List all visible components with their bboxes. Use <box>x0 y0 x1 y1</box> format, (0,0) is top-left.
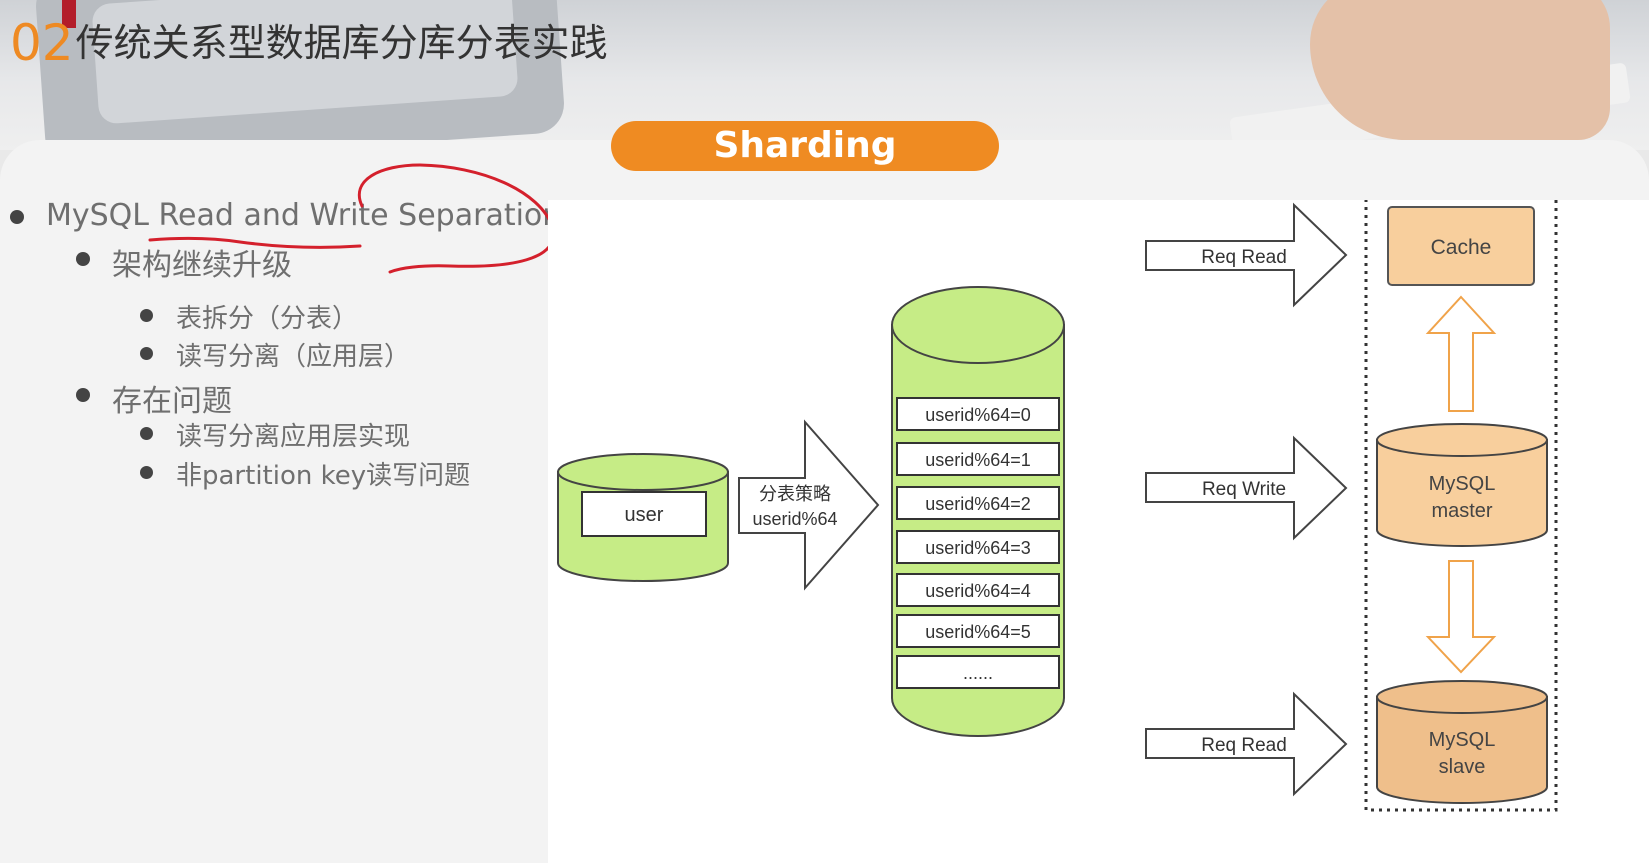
bullet-text: MySQL Read and Write Separation <box>46 198 562 233</box>
bullet-dot <box>140 427 153 440</box>
bullet-text: 表拆分（分表） <box>176 304 359 334</box>
shard-label: userid%64=4 <box>925 581 1031 601</box>
req-write-arrow: Req Write <box>1145 435 1348 541</box>
shard-label: userid%64=1 <box>925 450 1031 470</box>
bullet-rw-separation: MySQL Read and Write Separation <box>10 198 562 233</box>
sharding-banner: Sharding <box>611 121 999 171</box>
bullet-upgrade: 架构继续升级 <box>76 240 292 284</box>
strategy-label-1: 分表策略 <box>759 484 831 505</box>
bullet-problem-2: 非partition key读写问题 <box>140 455 471 492</box>
shard-label: ...... <box>963 663 993 683</box>
bullet-text: 读写分离（应用层） <box>176 342 411 372</box>
bullet-dot <box>10 210 24 224</box>
master-label-2: master <box>1431 500 1492 522</box>
cache-node: Cache <box>1387 206 1535 286</box>
slave-label-1: MySQL <box>1429 729 1496 751</box>
arrow-up-icon <box>1425 295 1497 412</box>
req-read-top-label: Req Read <box>1201 247 1287 268</box>
bullet-dot <box>76 252 90 266</box>
bullet-dot <box>76 388 90 402</box>
user-label: user <box>625 504 664 526</box>
strategy-arrow: 分表策略 userid%64 <box>738 419 880 591</box>
page-title: 02传统关系型数据库分库分表实践 <box>10 12 608 72</box>
title-text: 传统关系型数据库分库分表实践 <box>75 21 608 65</box>
req-read-bottom-arrow: Req Read <box>1145 691 1348 797</box>
bullet-text: 存在问题 <box>112 384 232 419</box>
diagram-canvas: user 分表策略 userid%64 userid%64=0 userid%64… <box>557 200 1558 812</box>
bullet-text: 架构继续升级 <box>112 248 292 283</box>
shard-label: userid%64=2 <box>925 494 1031 514</box>
bullet-text: 非partition key读写问题 <box>176 461 471 491</box>
req-write-label: Req Write <box>1202 479 1286 500</box>
bullet-problems: 存在问题 <box>76 376 232 420</box>
strategy-label-2: userid%64 <box>752 509 837 529</box>
bullet-text: 读写分离应用层实现 <box>176 422 411 452</box>
mysql-slave-node: MySQL slave <box>1376 680 1548 804</box>
slave-label-2: slave <box>1439 756 1486 778</box>
bullet-dot <box>140 347 153 360</box>
bullet-read-write: 读写分离（应用层） <box>140 336 411 373</box>
mysql-master-node: MySQL master <box>1376 423 1548 547</box>
section-number: 02 <box>10 14 74 72</box>
cache-label: Cache <box>1431 236 1492 259</box>
arrow-down-icon <box>1425 560 1497 674</box>
sharding-diagram: user 分表策略 userid%64 userid%64=0 userid%64… <box>548 200 1649 863</box>
bullet-dot <box>140 309 153 322</box>
bullet-dot <box>140 466 153 479</box>
req-read-bottom-label: Req Read <box>1201 735 1287 756</box>
req-read-top-arrow: Req Read <box>1145 202 1348 308</box>
bullet-problem-1: 读写分离应用层实现 <box>140 416 411 453</box>
header-hand-graphic <box>1310 0 1610 140</box>
shard-label: userid%64=0 <box>925 405 1031 425</box>
user-table-cylinder: user <box>557 453 729 582</box>
bullet-table-split: 表拆分（分表） <box>140 298 359 335</box>
master-label-1: MySQL <box>1429 473 1496 495</box>
shard-label: userid%64=5 <box>925 622 1031 642</box>
shard-label: userid%64=3 <box>925 538 1031 558</box>
